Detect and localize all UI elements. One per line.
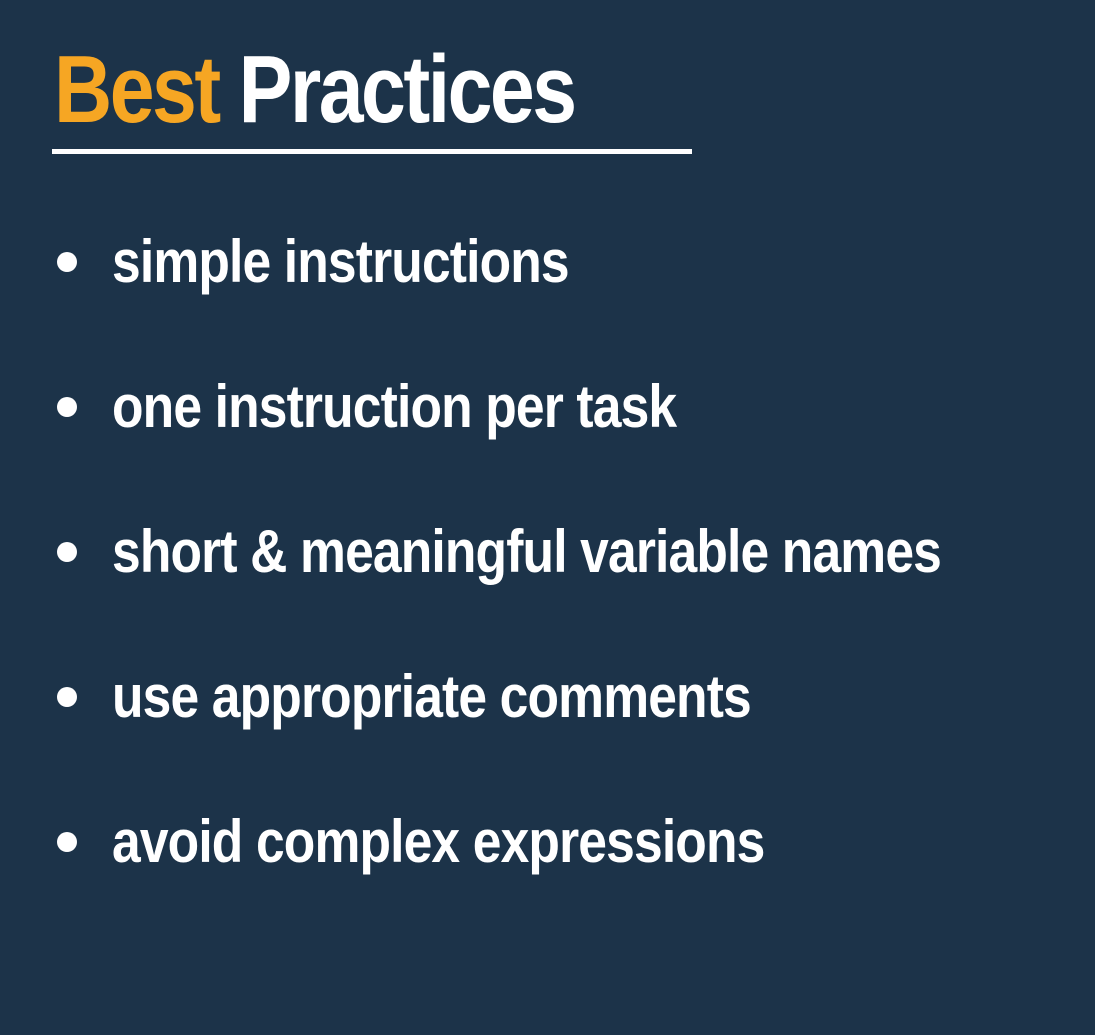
slide-title: Best Practices: [54, 34, 578, 146]
bullet-text: avoid complex expressions: [112, 808, 765, 875]
title-main-word: Practices: [238, 36, 578, 143]
bullet-dot-icon: [57, 252, 77, 272]
bullet-item: short & meaningful variable names: [52, 512, 1082, 592]
bullet-text: simple instructions: [112, 228, 570, 295]
bullet-dot-icon: [57, 542, 77, 562]
bullet-item: one instruction per task: [52, 367, 1082, 447]
bullet-text: one instruction per task: [112, 373, 677, 440]
title-underline: [52, 149, 692, 154]
bullet-dot-icon: [57, 832, 77, 852]
bullet-text: use appropriate comments: [112, 663, 752, 730]
bullet-dot-icon: [57, 687, 77, 707]
bullet-item: simple instructions: [52, 222, 1082, 302]
bullet-text: short & meaningful variable names: [112, 518, 942, 585]
bullet-item: use appropriate comments: [52, 657, 1082, 737]
bullet-item: avoid complex expressions: [52, 802, 1082, 882]
bullet-dot-icon: [57, 397, 77, 417]
title-accent-word: Best: [54, 36, 221, 143]
slide: Best Practices simple instructions one i…: [0, 0, 1095, 1035]
